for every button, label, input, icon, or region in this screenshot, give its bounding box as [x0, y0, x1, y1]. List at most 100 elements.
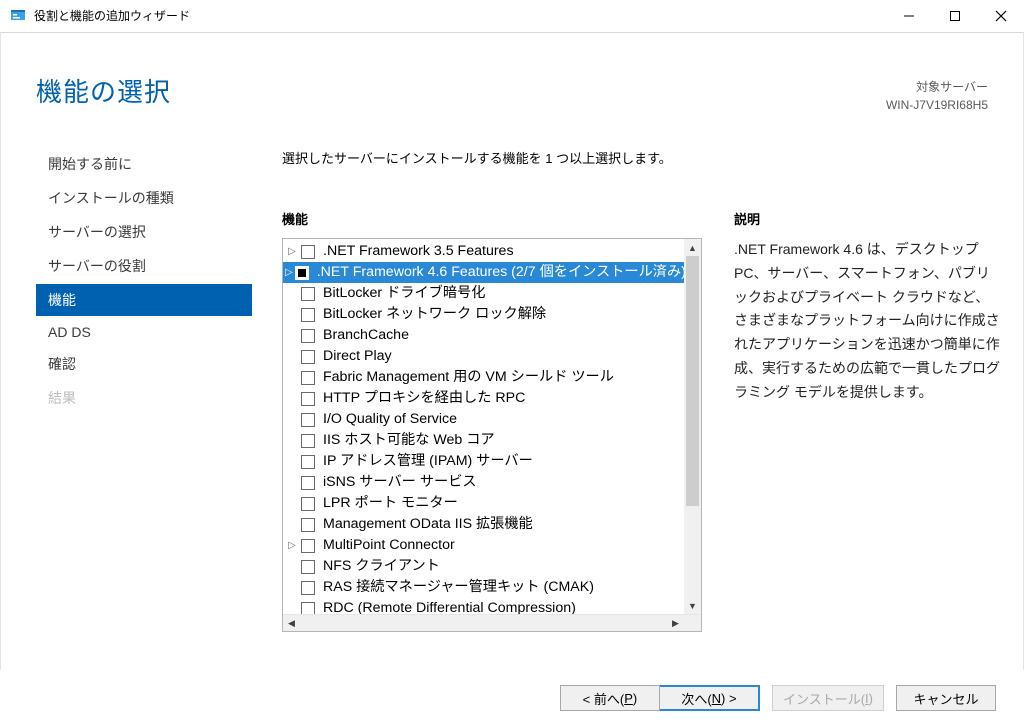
feature-checkbox[interactable] [301, 455, 315, 469]
maximize-button[interactable] [932, 0, 978, 32]
feature-label: BitLocker ネットワーク ロック解除 [323, 304, 546, 325]
wizard-step-server[interactable]: サーバーの選択 [36, 216, 252, 248]
feature-row[interactable]: RAS 接続マネージャー管理キット (CMAK) [283, 577, 684, 598]
feature-row[interactable]: BitLocker ネットワーク ロック解除 [283, 304, 684, 325]
feature-row[interactable]: BranchCache [283, 325, 684, 346]
feature-label: RAS 接続マネージャー管理キット (CMAK) [323, 577, 594, 598]
feature-label: RDC (Remote Differential Compression) [323, 598, 576, 614]
feature-checkbox[interactable] [301, 581, 315, 595]
wizard-step-adds[interactable]: AD DS [36, 318, 252, 346]
feature-checkbox[interactable] [301, 308, 315, 322]
feature-row[interactable]: ▷ .NET Framework 3.5 Features [283, 241, 684, 262]
feature-row[interactable]: RDC (Remote Differential Compression) [283, 598, 684, 614]
feature-checkbox[interactable] [301, 392, 315, 406]
feature-label: .NET Framework 4.6 Features (2/7 個をインストー… [317, 262, 684, 283]
feature-checkbox[interactable] [301, 413, 315, 427]
features-tree[interactable]: ▷ .NET Framework 3.5 Features ▷ .NET Framew… [282, 238, 702, 632]
wizard-step-roles[interactable]: サーバーの役割 [36, 250, 252, 282]
description-column: 説明 .NET Framework 4.6 は、デスクトップ PC、サーバー、ス… [734, 209, 1000, 650]
scroll-up-icon[interactable]: ▲ [684, 239, 701, 256]
feature-row[interactable]: Direct Play [283, 346, 684, 367]
wizard-step-confirm[interactable]: 確認 [36, 348, 252, 380]
feature-row[interactable]: LPR ポート モニター [283, 493, 684, 514]
feature-row[interactable]: I/O Quality of Service [283, 409, 684, 430]
feature-label: IP アドレス管理 (IPAM) サーバー [323, 451, 533, 472]
page-title: 機能の選択 [36, 72, 171, 109]
wizard-step-results: 結果 [36, 382, 252, 414]
app-icon [10, 8, 26, 24]
expand-icon[interactable]: ▷ [285, 535, 299, 556]
target-server-block: 対象サーバー WIN-J7V19RI68H5 [886, 72, 988, 114]
next-button[interactable]: 次へ(N) > [660, 685, 760, 711]
feature-row[interactable]: ▷ MultiPoint Connector [283, 535, 684, 556]
feature-row[interactable]: HTTP プロキシを経由した RPC [283, 388, 684, 409]
feature-label: Management OData IIS 拡張機能 [323, 514, 533, 535]
target-server-label: 対象サーバー [886, 78, 988, 96]
feature-row[interactable]: Management OData IIS 拡張機能 [283, 514, 684, 535]
feature-label: Fabric Management 用の VM シールド ツール [323, 367, 614, 388]
window-title: 役割と機能の追加ウィザード [34, 7, 190, 24]
scroll-down-icon[interactable]: ▼ [684, 597, 701, 614]
vertical-scrollbar[interactable]: ▲ ▼ [684, 239, 701, 614]
header: 機能の選択 対象サーバー WIN-J7V19RI68H5 [0, 48, 1024, 114]
next-button-prefix: 次へ( [681, 689, 711, 708]
back-button-accel: P [624, 691, 633, 706]
close-button[interactable] [978, 0, 1024, 32]
wizard-step-before[interactable]: 開始する前に [36, 148, 252, 180]
feature-row[interactable]: BitLocker ドライブ暗号化 [283, 283, 684, 304]
feature-checkbox[interactable] [301, 560, 315, 574]
target-server-value: WIN-J7V19RI68H5 [886, 96, 988, 114]
horizontal-scrollbar[interactable]: ◀ ▶ [283, 614, 701, 631]
description-text: .NET Framework 4.6 は、デスクトップ PC、サーバー、スマート… [734, 238, 1000, 405]
feature-label: HTTP プロキシを経由した RPC [323, 388, 525, 409]
feature-checkbox[interactable] [301, 539, 315, 553]
feature-label: LPR ポート モニター [323, 493, 458, 514]
next-button-suffix: ) > [721, 691, 737, 706]
feature-row[interactable]: ▷ .NET Framework 4.6 Features (2/7 個をインスト… [283, 262, 684, 283]
feature-checkbox[interactable] [301, 329, 315, 343]
feature-checkbox[interactable] [301, 497, 315, 511]
feature-label: BranchCache [323, 325, 409, 346]
feature-row[interactable]: IP アドレス管理 (IPAM) サーバー [283, 451, 684, 472]
feature-checkbox[interactable] [301, 245, 315, 259]
install-button-prefix: インストール( [783, 689, 865, 708]
expand-icon[interactable]: ▷ [285, 262, 293, 283]
feature-row[interactable]: Fabric Management 用の VM シールド ツール [283, 367, 684, 388]
prev-next-group: < 前へ(P) 次へ(N) > [560, 685, 760, 711]
instruction-text: 選択したサーバーにインストールする機能を 1 つ以上選択します。 [282, 148, 1000, 185]
feature-row[interactable]: iSNS サーバー サービス [283, 472, 684, 493]
wizard-step-type[interactable]: インストールの種類 [36, 182, 252, 214]
footer: < 前へ(P) 次へ(N) > インストール(I) キャンセル [0, 670, 1024, 726]
scroll-right-icon[interactable]: ▶ [667, 615, 684, 631]
back-button-prefix: < 前へ( [583, 689, 625, 708]
minimize-button[interactable] [886, 0, 932, 32]
expand-icon[interactable]: ▷ [285, 241, 299, 262]
feature-checkbox[interactable] [301, 371, 315, 385]
feature-checkbox[interactable] [301, 518, 315, 532]
feature-label: NFS クライアント [323, 556, 440, 577]
feature-label: iSNS サーバー サービス [323, 472, 477, 493]
feature-label: BitLocker ドライブ暗号化 [323, 283, 485, 304]
feature-label: MultiPoint Connector [323, 535, 455, 556]
feature-checkbox[interactable] [295, 266, 309, 280]
feature-checkbox[interactable] [301, 476, 315, 490]
scrollbar-thumb[interactable] [686, 256, 699, 506]
cancel-button[interactable]: キャンセル [896, 685, 996, 711]
titlebar: 役割と機能の追加ウィザード [0, 0, 1024, 32]
back-button[interactable]: < 前へ(P) [560, 685, 660, 711]
feature-label: .NET Framework 3.5 Features [323, 241, 514, 262]
features-heading: 機能 [282, 209, 702, 228]
install-button-suffix: ) [869, 691, 873, 706]
wizard-step-features[interactable]: 機能 [36, 284, 252, 316]
feature-label: Direct Play [323, 346, 392, 367]
scroll-left-icon[interactable]: ◀ [283, 615, 300, 631]
feature-checkbox[interactable] [301, 350, 315, 364]
feature-checkbox[interactable] [301, 602, 315, 615]
description-heading: 説明 [734, 209, 1000, 228]
feature-row[interactable]: NFS クライアント [283, 556, 684, 577]
features-column: 機能 ▷ .NET Framework 3.5 Features ▷ .NET Fra… [282, 209, 702, 650]
feature-row[interactable]: IIS ホスト可能な Web コア [283, 430, 684, 451]
feature-checkbox[interactable] [301, 287, 315, 301]
feature-checkbox[interactable] [301, 434, 315, 448]
main-content: 選択したサーバーにインストールする機能を 1 つ以上選択します。 機能 ▷ .NE… [282, 148, 1000, 650]
